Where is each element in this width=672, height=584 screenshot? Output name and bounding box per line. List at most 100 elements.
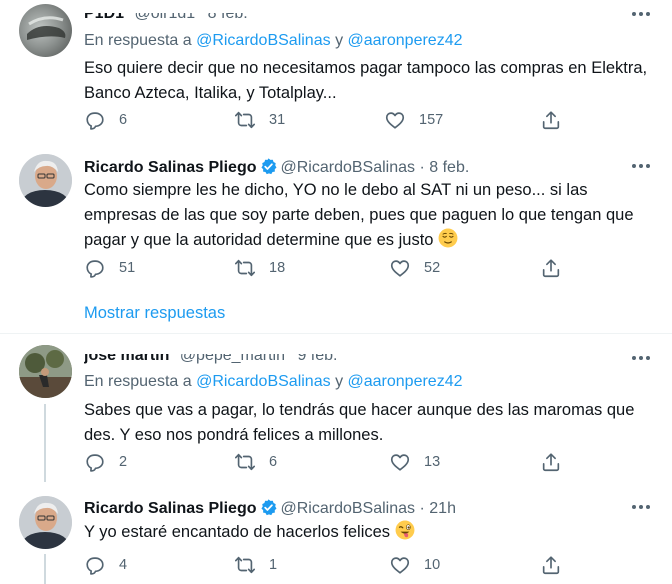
share-button[interactable] — [540, 256, 562, 280]
like-button[interactable]: 13 — [389, 450, 440, 474]
reply-icon — [86, 557, 104, 575]
retweet-icon — [235, 111, 255, 129]
retweet-button[interactable]: 1 — [234, 553, 277, 577]
tweet-date[interactable]: 8 feb. — [208, 13, 248, 22]
author-handle[interactable]: @oir1d1 — [134, 13, 195, 22]
reply-icon — [86, 112, 104, 130]
share-icon — [542, 453, 560, 472]
reply-button[interactable]: 6 — [84, 108, 127, 132]
reply-count: 6 — [119, 112, 128, 128]
share-button[interactable] — [540, 450, 562, 474]
retweet-count: 6 — [269, 454, 278, 470]
heart-icon — [390, 454, 410, 471]
more-options-icon[interactable] — [630, 161, 652, 171]
avatar[interactable] — [19, 496, 72, 549]
reply-icon — [86, 260, 104, 278]
share-icon — [542, 111, 560, 130]
tweet-text: Y yo estaré encantado de hacerlos felice… — [84, 520, 659, 545]
reply-count: 4 — [119, 557, 128, 573]
thread-line — [44, 404, 46, 482]
relieved-face-emoji — [438, 228, 458, 248]
avatar-image — [27, 16, 66, 40]
tweet-actions: 2 6 13 — [84, 450, 564, 474]
share-icon — [542, 556, 560, 575]
avatar-image — [19, 496, 72, 549]
heart-icon — [390, 557, 410, 574]
more-options-icon[interactable] — [630, 353, 652, 363]
reply-context: En respuesta a @RicardoBSalinas y @aaron… — [84, 372, 463, 392]
retweet-count: 1 — [269, 557, 278, 573]
tweet-header: P1D1 @oir1d1 8 feb. — [84, 13, 248, 24]
avatar-image — [19, 345, 72, 398]
more-options-icon[interactable] — [630, 502, 652, 512]
tweet-date[interactable]: 8 feb. — [429, 159, 469, 176]
reply-and: y — [335, 373, 344, 390]
author-name[interactable]: Ricardo Salinas Pliego — [84, 159, 257, 176]
reply-button[interactable]: 2 — [84, 450, 127, 474]
author-name[interactable]: jose martin — [84, 354, 169, 364]
reply-prefix: En respuesta a — [84, 32, 192, 49]
tweet-1[interactable]: P1D1 @oir1d1 8 feb. En respuesta a @Rica… — [0, 0, 672, 150]
dot-separator: · — [419, 500, 425, 517]
heart-icon — [390, 260, 410, 277]
reply-button[interactable]: 4 — [84, 553, 127, 577]
mention-link[interactable]: @aaronperez42 — [348, 32, 463, 49]
reply-and: y — [335, 32, 344, 49]
mention-link[interactable]: @RicardoBSalinas — [196, 32, 331, 49]
heart-icon — [385, 112, 405, 129]
author-handle[interactable]: @RicardoBSalinas — [281, 159, 416, 176]
avatar-image — [19, 154, 72, 207]
share-button[interactable] — [540, 553, 562, 577]
retweet-count: 18 — [269, 260, 286, 276]
like-count: 52 — [424, 260, 441, 276]
avatar[interactable] — [19, 345, 72, 398]
tweet-actions: 51 18 52 — [84, 256, 564, 280]
tweet-header: jose martin @pepe_martin 9 feb. — [84, 354, 337, 366]
thread-line — [44, 554, 46, 584]
retweet-icon — [235, 453, 255, 471]
retweet-button[interactable]: 18 — [234, 256, 285, 280]
tweet-date[interactable]: 21h — [429, 500, 456, 517]
like-count: 13 — [424, 454, 441, 470]
mention-link[interactable]: @RicardoBSalinas — [196, 373, 331, 390]
like-button[interactable]: 157 — [384, 108, 443, 132]
like-count: 157 — [419, 112, 444, 128]
tweet-text: Eso quiere decir que no necesitamos paga… — [84, 59, 648, 102]
tweet-4[interactable]: Ricardo Salinas Pliego @RicardoBSalinas ·… — [0, 482, 672, 584]
author-handle[interactable]: @RicardoBSalinas — [281, 500, 416, 517]
mention-link[interactable]: @aaronperez42 — [348, 373, 463, 390]
winking-tongue-face-emoji — [395, 520, 415, 540]
more-options-icon[interactable] — [630, 9, 652, 19]
tweet-3[interactable]: jose martin @pepe_martin 9 feb. En respu… — [0, 334, 672, 482]
retweet-count: 31 — [269, 112, 286, 128]
tweet-actions: 4 1 10 — [84, 553, 564, 577]
verified-badge-icon — [260, 158, 276, 175]
tweet-2[interactable]: Ricardo Salinas Pliego @RicardoBSalinas ·… — [0, 150, 672, 333]
tweet-actions: 6 31 157 — [84, 108, 564, 132]
like-button[interactable]: 52 — [389, 256, 440, 280]
retweet-button[interactable]: 6 — [234, 450, 277, 474]
reply-prefix: En respuesta a — [84, 373, 192, 390]
share-icon — [542, 259, 560, 278]
tweet-text: Sabes que vas a pagar, lo tendrás que ha… — [84, 401, 635, 444]
tweet-header: Ricardo Salinas Pliego @RicardoBSalinas ·… — [84, 157, 469, 178]
tweet-header: Ricardo Salinas Pliego @RicardoBSalinas ·… — [84, 498, 456, 519]
avatar[interactable] — [19, 154, 72, 207]
avatar[interactable] — [19, 4, 72, 57]
retweet-icon — [235, 259, 255, 277]
share-button[interactable] — [540, 108, 562, 132]
author-handle[interactable]: @pepe_martin — [180, 354, 285, 364]
tweet-text: Como siempre les he dicho, YO no le debo… — [84, 178, 659, 253]
like-button[interactable]: 10 — [389, 553, 440, 577]
verified-badge-icon — [260, 499, 276, 516]
author-name[interactable]: P1D1 — [84, 13, 124, 22]
reply-icon — [86, 454, 104, 472]
reply-count: 51 — [119, 260, 136, 276]
like-count: 10 — [424, 557, 441, 573]
author-name[interactable]: Ricardo Salinas Pliego — [84, 500, 257, 517]
show-replies-link[interactable]: Mostrar respuestas — [84, 303, 225, 323]
tweet-date[interactable]: 9 feb. — [297, 354, 337, 364]
reply-button[interactable]: 51 — [84, 256, 135, 280]
retweet-button[interactable]: 31 — [234, 108, 285, 132]
reply-context: En respuesta a @RicardoBSalinas y @aaron… — [84, 31, 463, 51]
